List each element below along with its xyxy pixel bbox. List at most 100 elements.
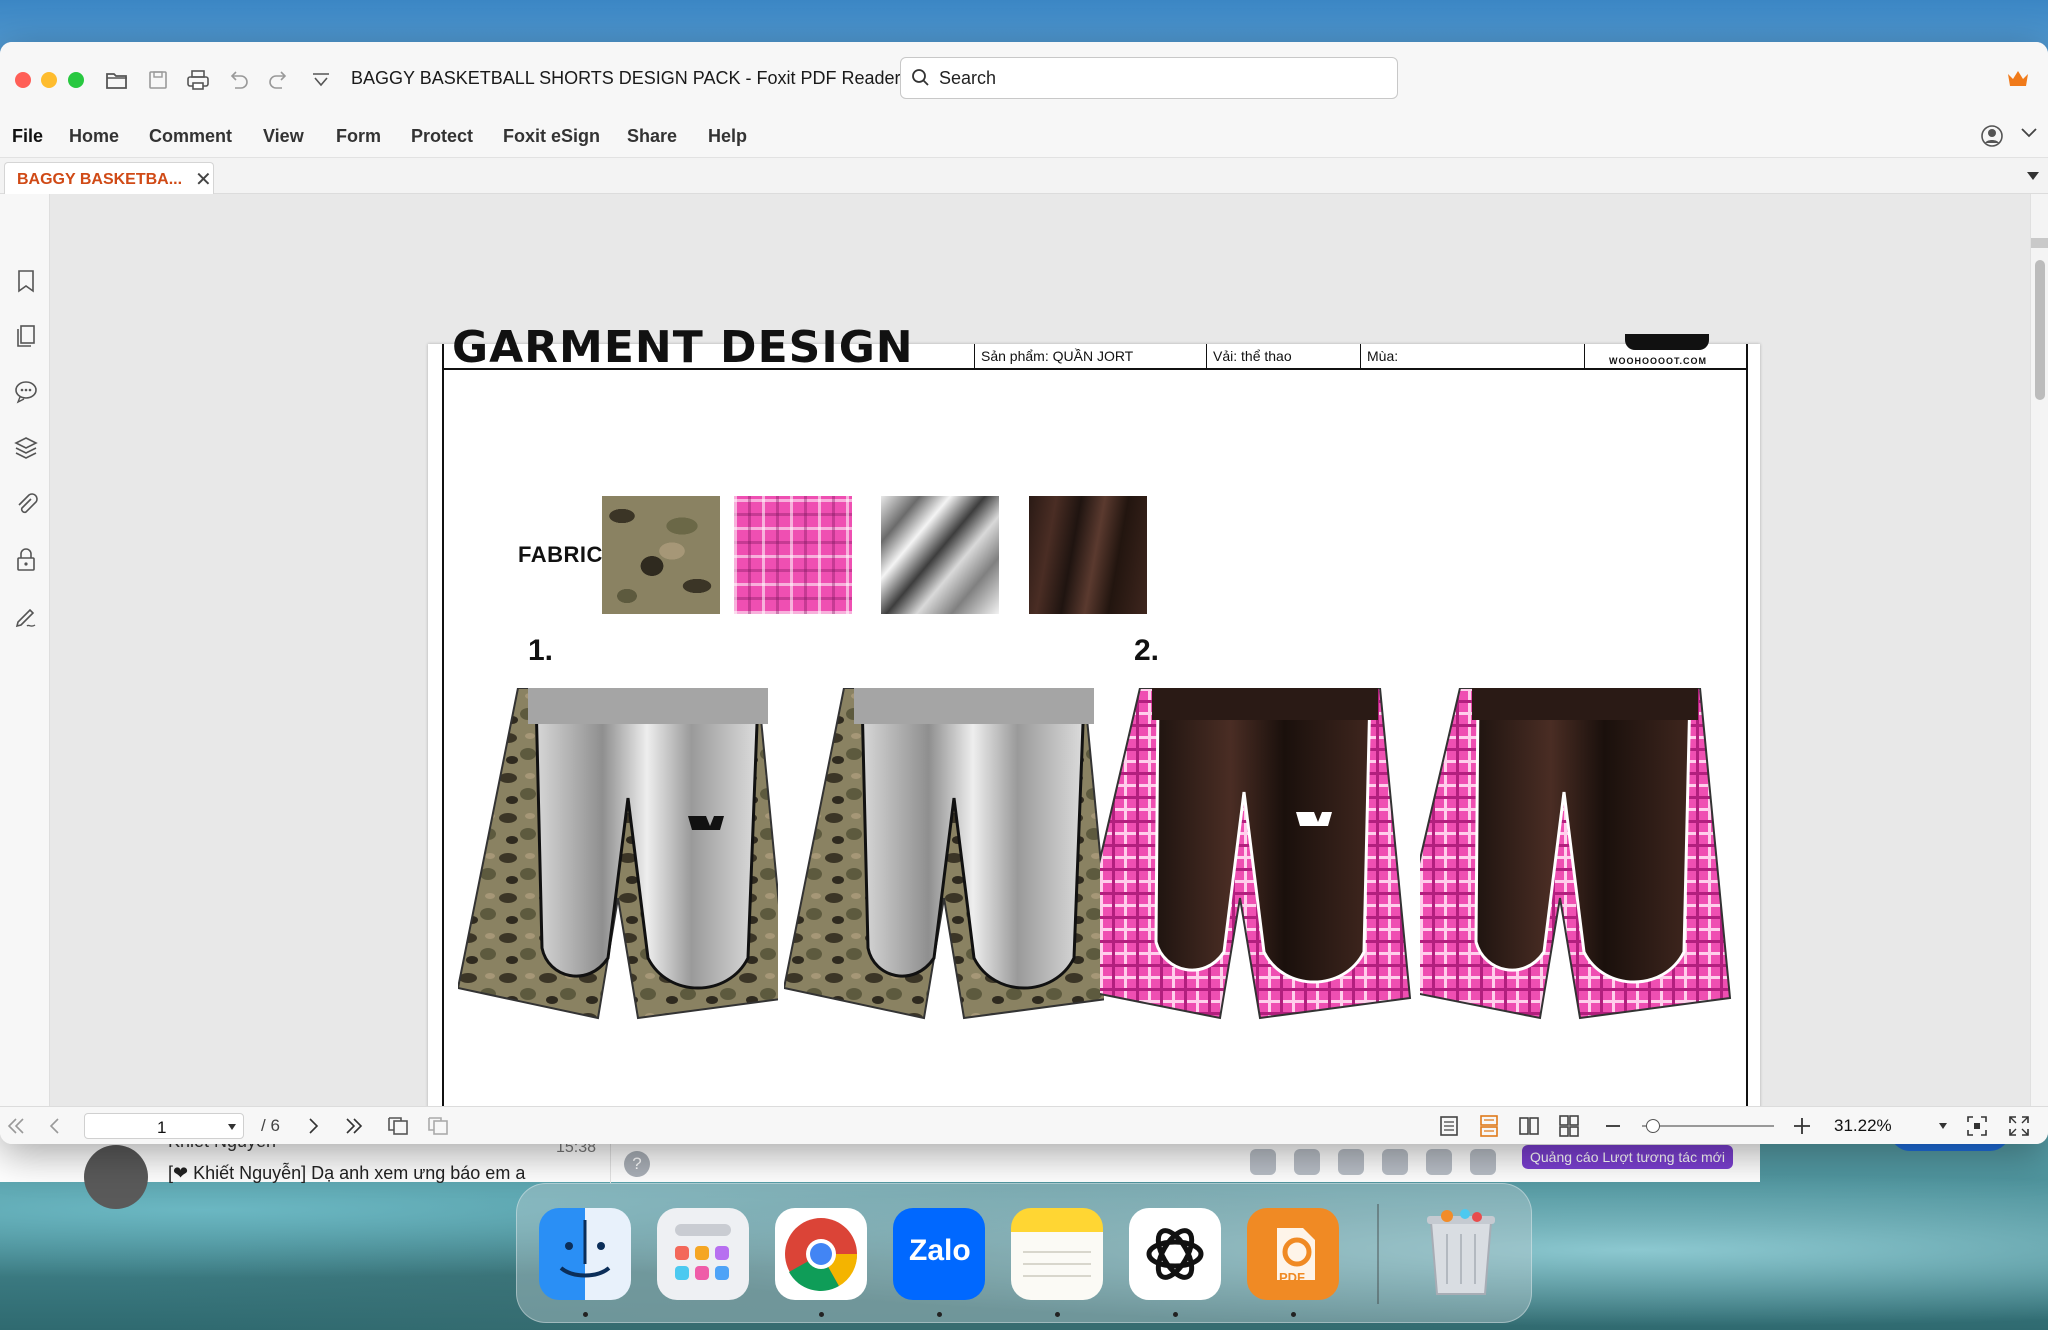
garment-design-title: GARMENT DESIGN [452, 322, 914, 373]
image-icon[interactable] [1382, 1149, 1408, 1175]
page-dropdown-icon[interactable] [227, 1123, 237, 1131]
brand-logo-text: WOOHOOOOT.COM [1609, 356, 1707, 366]
pages-icon[interactable] [13, 323, 39, 349]
redo-icon[interactable] [263, 64, 295, 96]
tab-list-dropdown-icon[interactable] [2026, 168, 2040, 186]
next-view-icon[interactable] [426, 1115, 450, 1142]
dock-app-foxit-pdf[interactable]: PDF [1247, 1208, 1339, 1300]
menu-view[interactable]: View [263, 126, 304, 147]
single-page-view-icon[interactable] [1438, 1115, 1460, 1142]
search-field[interactable] [900, 57, 1398, 99]
facing-view-icon[interactable] [1518, 1115, 1540, 1142]
fit-page-icon[interactable] [1966, 1115, 1988, 1142]
print-icon[interactable] [182, 64, 214, 96]
zoom-out-icon[interactable] [1604, 1115, 1622, 1142]
close-window-button[interactable] [15, 72, 31, 88]
dock-running-dot [819, 1312, 824, 1317]
pink-plaid-fabric-swatch [734, 496, 852, 614]
user-account-icon[interactable] [1980, 124, 2004, 153]
launchpad-icon [675, 1224, 731, 1280]
security-lock-icon[interactable] [13, 547, 39, 573]
undo-icon[interactable] [222, 64, 254, 96]
scrollbar-thumb[interactable] [2035, 260, 2045, 400]
continuous-page-view-icon[interactable] [1478, 1115, 1500, 1142]
contact-avatar[interactable] [84, 1145, 148, 1209]
shorts-design-2-back [1420, 688, 1732, 1020]
call-icon[interactable] [1250, 1149, 1276, 1175]
menu-foxit-esign[interactable]: Foxit eSign [503, 126, 600, 147]
sticker-icon[interactable] [1294, 1149, 1320, 1175]
menu-home[interactable]: Home [69, 126, 119, 147]
title-bar: BAGGY BASKETBALL SHORTS DESIGN PACK - Fo… [0, 42, 2048, 114]
zoom-level[interactable]: 31.22% [1834, 1116, 1892, 1136]
dock: Zalo PDF [516, 1183, 1532, 1323]
page-number-field[interactable]: 1 [84, 1113, 244, 1139]
scroll-up-button[interactable] [2031, 238, 2048, 248]
previous-page-icon[interactable] [48, 1117, 62, 1140]
menu-comment[interactable]: Comment [149, 126, 232, 147]
send-icon[interactable] [1470, 1149, 1496, 1175]
last-page-icon[interactable] [344, 1117, 364, 1140]
shorts-design-1-back [784, 688, 1104, 1020]
dock-running-dot [1055, 1312, 1060, 1317]
vertical-scrollbar[interactable] [2030, 194, 2048, 1106]
help-icon[interactable]: ? [624, 1151, 650, 1177]
close-tab-icon[interactable]: ✕ [195, 167, 212, 192]
trash-icon [1427, 1209, 1495, 1295]
layers-icon[interactable] [13, 435, 39, 461]
dock-running-dot [1173, 1312, 1178, 1317]
chevron-down-icon[interactable] [2020, 126, 2038, 145]
first-page-icon[interactable] [6, 1117, 26, 1140]
zoom-dropdown-icon[interactable] [1938, 1122, 1948, 1130]
zoom-in-icon[interactable] [1792, 1115, 1812, 1142]
message-icon[interactable] [1426, 1149, 1452, 1175]
previous-view-icon[interactable] [386, 1115, 410, 1142]
chat-toolbar [1250, 1149, 1496, 1175]
open-folder-icon[interactable] [101, 64, 133, 96]
zoom-slider-thumb[interactable] [1645, 1119, 1660, 1133]
menu-protect[interactable]: Protect [411, 126, 473, 147]
dock-app-zalo[interactable]: Zalo [893, 1208, 985, 1300]
ad-badge[interactable]: Quảng cáo Lượt tương tác mới [1522, 1145, 1733, 1169]
brand-logo: WOOHOOOOT.COM [1584, 334, 1748, 370]
menu-form[interactable]: Form [336, 126, 381, 147]
brown-satin-fabric-swatch [1029, 496, 1147, 614]
dock-trash[interactable] [1415, 1204, 1507, 1300]
next-page-icon[interactable] [306, 1117, 320, 1140]
product-cell: Sản phẩm: QUẦN JORT [974, 344, 1206, 370]
continuous-facing-view-icon[interactable] [1558, 1115, 1580, 1142]
shorts-design-2-front [1100, 688, 1412, 1020]
menu-file[interactable]: File [12, 126, 43, 147]
menu-help[interactable]: Help [708, 126, 747, 147]
shorts-design-1-front [458, 688, 778, 1020]
brand-logo-mark [1625, 334, 1709, 350]
fabric-label: FABRIC [518, 542, 603, 567]
crown-icon[interactable] [2006, 68, 2030, 93]
save-icon[interactable] [142, 64, 174, 96]
silver-satin-fabric-swatch [881, 496, 999, 614]
page-total: / 6 [261, 1116, 280, 1135]
document-tab[interactable]: BAGGY BASKETBA... ✕ [4, 162, 214, 194]
attachment-icon[interactable] [13, 491, 39, 517]
minimize-window-button[interactable] [41, 72, 57, 88]
dock-app-finder[interactable] [539, 1208, 631, 1300]
full-screen-icon[interactable] [2008, 1115, 2030, 1142]
signature-icon[interactable] [13, 604, 39, 630]
dock-app-chrome[interactable] [775, 1208, 867, 1300]
search-input[interactable] [939, 66, 1379, 90]
customize-toolbar-icon[interactable] [305, 64, 337, 96]
bookmark-icon[interactable] [13, 268, 39, 294]
zoom-window-button[interactable] [68, 72, 84, 88]
dock-app-chatgpt[interactable] [1129, 1208, 1221, 1300]
dock-app-launchpad[interactable] [657, 1208, 749, 1300]
attach-icon[interactable] [1338, 1149, 1364, 1175]
menu-share[interactable]: Share [627, 126, 677, 147]
window-title: BAGGY BASKETBALL SHORTS DESIGN PACK - Fo… [351, 68, 901, 88]
message-preview[interactable]: [❤ Khiết Nguyễn] Dạ anh xem ưng báo em a [168, 1163, 525, 1184]
comments-icon[interactable] [13, 378, 39, 404]
document-viewport[interactable]: GARMENT DESIGN Sản phẩm: QUẦN JORT Vải: … [50, 194, 2030, 1144]
design-2-label: 2. [1134, 634, 1160, 667]
zoom-slider[interactable] [1642, 1119, 1774, 1133]
foxit-pdf-icon [1277, 1228, 1315, 1280]
dock-app-notes[interactable] [1011, 1208, 1103, 1300]
